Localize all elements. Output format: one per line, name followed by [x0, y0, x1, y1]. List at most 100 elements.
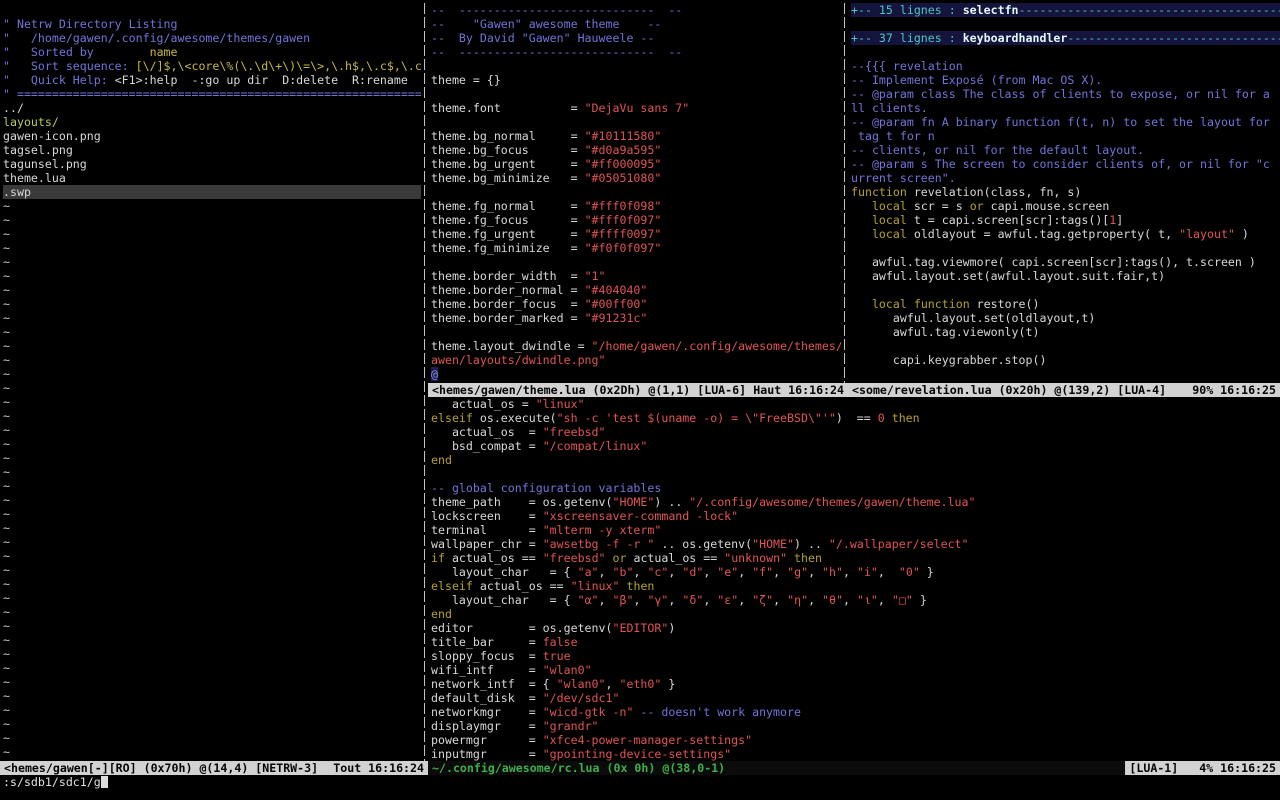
code-line: ~ — [3, 605, 421, 619]
code-line: theme.bg_normal = "#10111580" — [431, 129, 841, 143]
code-line: bsd_compat = "/compat/linux" — [431, 439, 1280, 453]
code-line: end — [431, 607, 1280, 621]
code-line — [851, 45, 1280, 59]
code-line: ~ — [3, 297, 421, 311]
code-line: tagunsel.png — [3, 157, 421, 171]
code-line[interactable]: +-- 15 lignes : selectfn----------------… — [851, 3, 1280, 17]
code-line: -- @param class The class of clients to … — [851, 87, 1280, 101]
code-line: networkmgr = "wicd-gtk -n" -- doesn't wo… — [431, 705, 1280, 719]
code-line: terminal = "mlterm -y xterm" — [431, 523, 1280, 537]
statusline-row-top: <hemes/gawen/theme.lua (0x2Dh) @(1,1) [L… — [428, 383, 1280, 397]
code-line: elseif os.execute("sh -c 'test $(uname -… — [431, 411, 1280, 425]
code-line: --{{{ revelation — [851, 59, 1280, 73]
code-line: theme.bg_focus = "#d0a9a595" — [431, 143, 841, 157]
code-line: ~ — [3, 213, 421, 227]
code-line: awful.layout.set(awful.layout.suit.fair,… — [851, 269, 1280, 283]
code-line: ~ — [3, 647, 421, 661]
separator-line — [424, 3, 425, 761]
code-line — [431, 87, 841, 101]
code-line: ~ — [3, 535, 421, 549]
code-line: ~ — [3, 283, 421, 297]
statusline-revelation-lua[interactable]: <some/revelation.lua (0x20h) @(139,2) [L… — [848, 383, 1280, 397]
code-line: local function restore() — [851, 297, 1280, 311]
code-line: theme.border_width = "1" — [431, 269, 841, 283]
code-line: -- By David "Gawen" Hauweele -- — [431, 31, 841, 45]
window-separator-middle[interactable] — [841, 3, 848, 383]
editor-windows: " Netrw Directory Listing" /home/gawen/.… — [0, 3, 1280, 761]
code-line: ../ — [3, 101, 421, 115]
code-line: network_intf = { "wlan0", "eth0" } — [431, 677, 1280, 691]
statusline-rc-lua[interactable]: ~/.config/awesome/rc.lua (0x 0h) @(38,0-… — [428, 761, 1280, 775]
code-line: ~ — [3, 521, 421, 535]
code-line: ~ — [3, 381, 421, 395]
code-line: theme.lua — [3, 171, 421, 185]
statusline-position-info: [LUA-1] 4% 16:16:25 — [1125, 761, 1280, 775]
code-line: ~ — [3, 465, 421, 479]
code-line: -- ---------------------------- -- — [431, 45, 841, 59]
window-separator-left[interactable] — [421, 3, 428, 761]
code-line: ~ — [3, 409, 421, 423]
rc-lua-window[interactable]: actual_os = "linux"elseif os.execute("sh… — [428, 397, 1280, 761]
separator-line — [844, 3, 845, 383]
code-line: end — [431, 453, 1280, 467]
code-line: gawen-icon.png — [3, 129, 421, 143]
code-line: inputmgr = "gpointing-device-settings" — [431, 747, 1280, 761]
code-line: ~ — [3, 367, 421, 381]
code-line: awful.layout.set(oldlayout,t) — [851, 311, 1280, 325]
code-line — [851, 241, 1280, 255]
code-line: ~ — [3, 325, 421, 339]
code-line: wifi_intf = "wlan0" — [431, 663, 1280, 677]
code-line: capi.keygrabber.stop() — [851, 353, 1280, 367]
code-line: editor = os.getenv("EDITOR") — [431, 621, 1280, 635]
code-line — [431, 185, 841, 199]
code-line: local t = capi.screen[scr]:tags()[1] — [851, 213, 1280, 227]
code-line: ll clients. — [851, 101, 1280, 115]
code-line: default_disk = "/dev/sdc1" — [431, 691, 1280, 705]
code-line: @ — [431, 367, 841, 381]
code-line: theme_path = os.getenv("HOME") .. "/.con… — [431, 495, 1280, 509]
command-line[interactable]: :s/sdb1/sdc1/g — [0, 775, 1280, 789]
netrw-window[interactable]: " Netrw Directory Listing" /home/gawen/.… — [0, 3, 421, 761]
code-line: ~ — [3, 703, 421, 717]
statusline-netrw[interactable]: <hemes/gawen[-][RO] (0x70h) @(14,4) [NET… — [0, 761, 428, 775]
revelation-lua-window[interactable]: +-- 15 lignes : selectfn----------------… — [848, 3, 1280, 383]
statusline-row-bottom: <hemes/gawen[-][RO] (0x70h) @(14,4) [NET… — [0, 761, 1280, 775]
code-line[interactable]: +-- 37 lignes : keyboardhandler---------… — [851, 31, 1280, 45]
code-line: ~ — [3, 241, 421, 255]
code-line: " Sort sequence: [\/]$,\<core\%(\.\d\+\)… — [3, 59, 421, 73]
code-line: -- Implement Exposé (from Mac OS X). — [851, 73, 1280, 87]
code-line: ~ — [3, 717, 421, 731]
code-line: awful.tag.viewmore( capi.screen[scr]:tag… — [851, 255, 1280, 269]
code-line: wallpaper_chr = "awsetbg -f -r " .. os.g… — [431, 537, 1280, 551]
code-line: ~ — [3, 423, 421, 437]
code-line: ~ — [3, 339, 421, 353]
command-text: :s/sdb1/sdc1/g — [3, 775, 101, 789]
code-line: awful.tag.viewonly(t) — [851, 325, 1280, 339]
code-line: layout_char = { "α", "β", "γ", "δ", "ε",… — [431, 593, 1280, 607]
code-line: ~ — [3, 591, 421, 605]
vim-editor: " Netrw Directory Listing" /home/gawen/.… — [0, 0, 1280, 800]
code-line: " Netrw Directory Listing — [3, 17, 421, 31]
code-line: ~ — [3, 745, 421, 759]
code-line: ~ — [3, 255, 421, 269]
cursor-block — [101, 776, 108, 788]
code-line: layout_char = { "a", "b", "c", "d", "e",… — [431, 565, 1280, 579]
code-line: ~ — [3, 199, 421, 213]
code-line: ~ — [3, 549, 421, 563]
code-line: lockscreen = "xscreensaver-command -lock… — [431, 509, 1280, 523]
code-line: actual_os = "linux" — [431, 397, 1280, 411]
code-line: local scr = s or capi.mouse.screen — [851, 199, 1280, 213]
code-line: function revelation(class, fn, s) — [851, 185, 1280, 199]
statusline-file-info: <hemes/gawen[-][RO] (0x70h) @(14,4) [NET… — [4, 761, 318, 775]
theme-lua-window[interactable]: -- ---------------------------- ---- "Ga… — [428, 3, 841, 383]
statusline-theme-lua[interactable]: <hemes/gawen/theme.lua (0x2Dh) @(1,1) [L… — [428, 383, 848, 397]
code-line: theme.bg_urgent = "#ff000095" — [431, 157, 841, 171]
code-line: layouts/ — [3, 115, 421, 129]
statusline-position-info: Tout 16:16:24 — [333, 761, 424, 775]
code-line: theme.fg_urgent = "#ffff0097" — [431, 227, 841, 241]
code-line: elseif actual_os == "linux" then — [431, 579, 1280, 593]
code-line: theme.fg_focus = "#fff0f097" — [431, 213, 841, 227]
code-line: ~ — [3, 395, 421, 409]
code-line: title_bar = false — [431, 635, 1280, 649]
code-line: theme.fg_minimize = "#f0f0f097" — [431, 241, 841, 255]
